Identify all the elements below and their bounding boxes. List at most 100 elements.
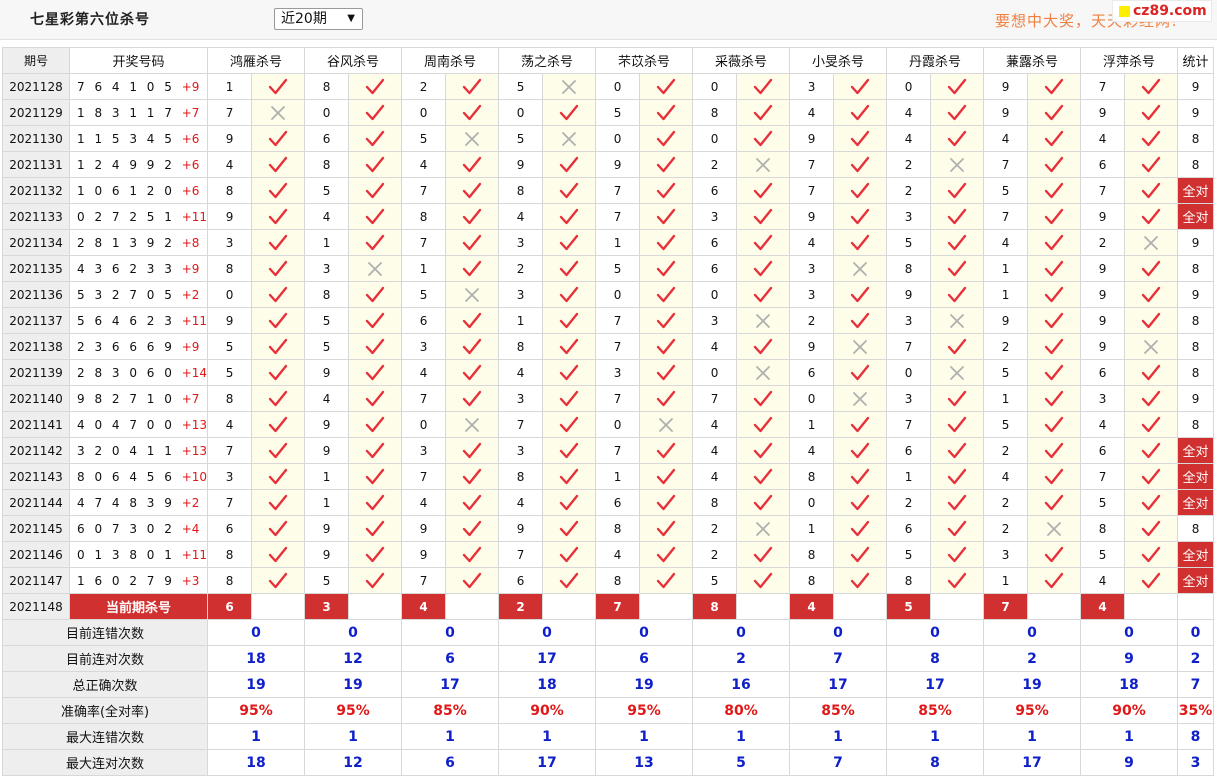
kill-number-cell: 3 (886, 385, 932, 412)
kill-number-cell: 7 (207, 99, 253, 126)
issue-cell: 2021145 (2, 515, 70, 542)
col-header-predictor[interactable]: 浮萍杀号 (1080, 47, 1179, 74)
draw-sum: +11 (181, 313, 208, 328)
table-row: 2021133 0 2 7 2 5 1 +11 9 4 8 4 7 3 9 3 7 9 全对 (2, 203, 1215, 230)
col-header-predictor[interactable]: 蒹露杀号 (983, 47, 1082, 74)
stats-value: 0 (304, 619, 403, 646)
col-header-predictor[interactable]: 谷风杀号 (304, 47, 403, 74)
cross-icon (930, 307, 985, 334)
kill-number-cell: 9 (1080, 99, 1126, 126)
draw-digits: 2 8 1 3 9 2 (77, 235, 175, 250)
check-icon (736, 229, 791, 256)
check-icon (251, 281, 306, 308)
stats-value: 6 (401, 749, 500, 776)
draw-sum: +2 (181, 287, 200, 302)
stat-cell: 全对 (1177, 203, 1215, 230)
col-header-predictor[interactable]: 采薇杀号 (692, 47, 791, 74)
draw-sum: +11 (181, 547, 208, 562)
kill-number-cell: 9 (983, 99, 1029, 126)
table-row: 2021142 3 2 0 4 1 1 +13 7 9 3 3 7 4 4 6 2 6 全对 (2, 437, 1215, 464)
kill-number-cell: 4 (304, 203, 350, 230)
check-icon (1027, 281, 1082, 308)
draw-number-cell: 6 0 7 3 0 2 +4 (68, 515, 209, 542)
draw-number-cell: 0 2 7 2 5 1 +11 (68, 203, 209, 230)
check-icon (736, 489, 791, 516)
kill-number-cell: 3 (789, 73, 835, 100)
kill-number-cell: 6 (886, 437, 932, 464)
col-header-predictor[interactable]: 芣苡杀号 (595, 47, 694, 74)
table-row: 2021132 1 0 6 1 2 0 +6 8 5 7 8 7 6 7 2 5 7 全对 (2, 177, 1215, 204)
stats-row: 准确率(全对率) 95% 95% 85% 90% 95% 80% 85% 85% 95% 90% 35… (1, 697, 1215, 724)
stat-cell: 9 (1177, 229, 1215, 256)
check-icon (251, 307, 306, 334)
table-row: 2021139 2 8 3 0 6 0 +14 5 9 4 4 3 0 6 0 5 6 8 (2, 359, 1215, 386)
check-icon (445, 515, 500, 542)
kill-number-cell: 9 (1080, 333, 1126, 360)
check-icon (1027, 541, 1082, 568)
issue-cell: 2021141 (2, 411, 70, 438)
check-icon (736, 281, 791, 308)
draw-number-cell: 4 7 4 8 3 9 +2 (68, 489, 209, 516)
check-icon (348, 333, 403, 360)
stats-value: 9 (1080, 645, 1179, 672)
check-icon (348, 515, 403, 542)
stats-value: 17 (983, 749, 1082, 776)
kill-number-table: 期号 开奖号码 鸿雁杀号 谷风杀号 周南杀号 荡之杀号 芣苡杀号 采薇杀号 小旻杀号 丹霞杀号 蒹露… (1, 47, 1215, 776)
check-icon (736, 125, 791, 152)
period-range-select[interactable]: 近20期 ▼ (274, 8, 363, 30)
kill-number-cell: 8 (207, 255, 253, 282)
stats-value: 16 (692, 671, 791, 698)
stats-value: 1 (983, 723, 1082, 750)
check-icon (736, 203, 791, 230)
kill-number-cell: 2 (983, 437, 1029, 464)
col-header-predictor[interactable]: 周南杀号 (401, 47, 500, 74)
kill-number-cell: 1 (401, 255, 447, 282)
kill-number-cell: 3 (595, 359, 641, 386)
kill-number-cell: 4 (498, 203, 544, 230)
table-row: 2021134 2 8 1 3 9 2 +8 3 1 7 3 1 6 4 5 4 2 9 (2, 229, 1215, 256)
stats-value: 80% (692, 697, 791, 724)
draw-digits: 1 1 5 3 4 5 (77, 131, 175, 146)
check-icon (445, 151, 500, 178)
kill-number-cell: 7 (886, 333, 932, 360)
stats-value: 13 (595, 749, 694, 776)
stat-cell: 8 (1177, 125, 1215, 152)
draw-number-cell: 9 8 2 7 1 0 +7 (68, 385, 209, 412)
check-icon (1124, 281, 1179, 308)
current-kill-number: 4 (401, 593, 447, 620)
kill-number-cell: 3 (304, 255, 350, 282)
kill-number-cell: 7 (498, 541, 544, 568)
current-kill-blank (251, 593, 306, 620)
check-icon (251, 541, 306, 568)
table-row: 2021131 1 2 4 9 9 2 +6 4 8 4 9 9 2 7 2 7 6 8 (2, 151, 1215, 178)
kill-number-cell: 5 (886, 541, 932, 568)
check-icon (736, 255, 791, 282)
col-header-predictor[interactable]: 荡之杀号 (498, 47, 597, 74)
check-icon (542, 307, 597, 334)
check-icon (833, 463, 888, 490)
kill-number-cell: 5 (595, 99, 641, 126)
col-header-predictor[interactable]: 鸿雁杀号 (207, 47, 306, 74)
current-kill-number: 6 (207, 593, 253, 620)
issue-cell: 2021132 (2, 177, 70, 204)
check-icon (348, 359, 403, 386)
issue-cell: 2021142 (2, 437, 70, 464)
kill-number-cell: 5 (692, 567, 738, 594)
cross-icon (930, 151, 985, 178)
kill-number-cell: 5 (207, 333, 253, 360)
site-logo[interactable]: cz89.com (1112, 0, 1212, 22)
check-icon (1124, 73, 1179, 100)
col-header-predictor[interactable]: 小旻杀号 (789, 47, 888, 74)
col-header-predictor[interactable]: 丹霞杀号 (886, 47, 985, 74)
kill-number-cell: 9 (401, 515, 447, 542)
check-icon (445, 567, 500, 594)
draw-digits: 2 8 3 0 6 0 (77, 365, 175, 380)
draw-digits: 0 1 3 8 0 1 (77, 547, 175, 562)
stats-value: 5 (692, 749, 791, 776)
stat-cell: 8 (1177, 307, 1215, 334)
draw-sum: +6 (181, 157, 200, 172)
check-icon (251, 489, 306, 516)
current-kill-blank (639, 593, 694, 620)
kill-number-cell: 5 (401, 125, 447, 152)
kill-number-cell: 4 (207, 411, 253, 438)
